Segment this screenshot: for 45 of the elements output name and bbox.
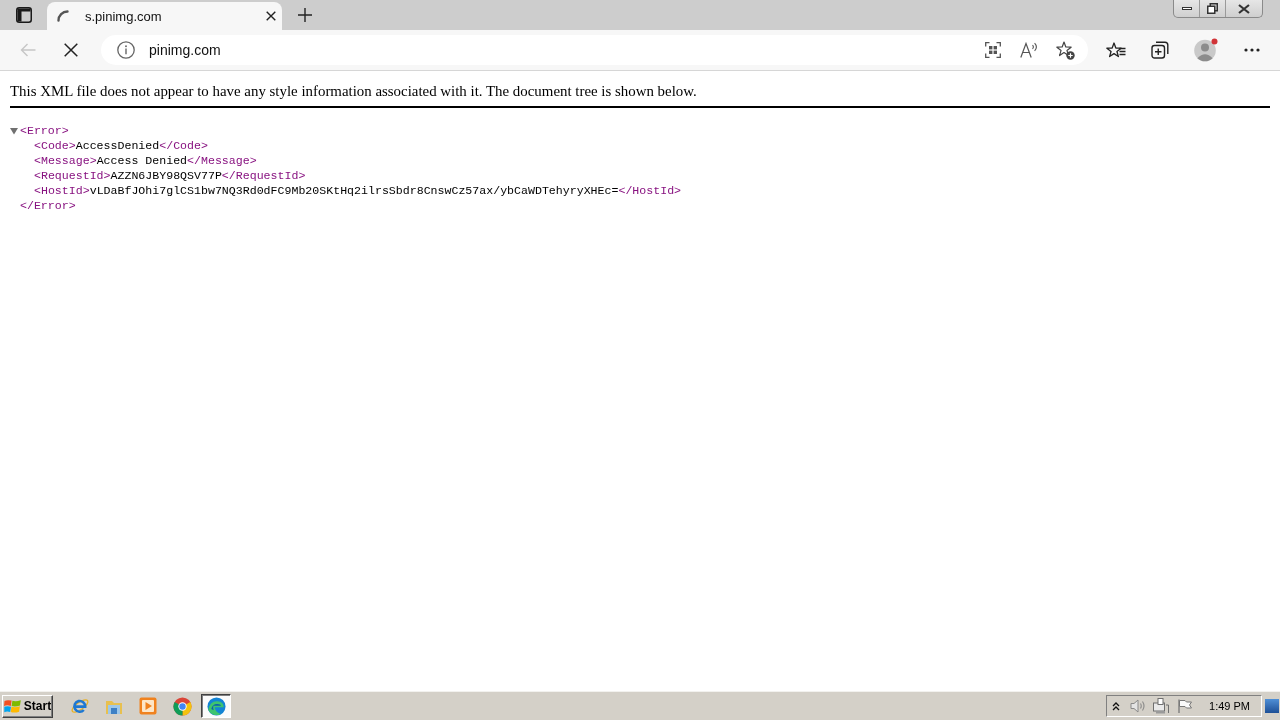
star-plus-icon	[1055, 40, 1075, 60]
close-icon	[266, 11, 276, 21]
browser-tab[interactable]: s.pinimg.com	[47, 2, 282, 30]
xml-text-value: AZZN6JBY98QSV77P	[110, 168, 222, 183]
windows-flag-icon	[3, 698, 21, 714]
plus-icon	[298, 8, 312, 22]
xml-open-tag: <Error>	[20, 123, 69, 138]
info-icon[interactable]	[117, 41, 135, 59]
xml-style-notice: This XML file does not appear to have any style information associated with it. The document tree is shown below.	[10, 83, 698, 99]
tab-actions-icon	[16, 7, 32, 23]
read-aloud-icon	[1020, 42, 1038, 58]
collections-icon	[1151, 41, 1169, 59]
address-bar[interactable]: pinimg.com	[101, 35, 1088, 65]
e-browser-icon	[70, 696, 90, 716]
disclosure-triangle-icon[interactable]	[10, 126, 18, 135]
close-icon	[1238, 3, 1250, 14]
taskbar-app-button[interactable]	[201, 694, 231, 718]
restore-icon	[1207, 3, 1218, 14]
flag-icon[interactable]	[1178, 699, 1193, 713]
media-play-icon	[139, 697, 157, 715]
xml-close-tag: </RequestId>	[221, 168, 306, 183]
xml-open-tag: <Code>	[34, 138, 76, 153]
start-button[interactable]: Start	[2, 694, 53, 718]
xml-text-value: AccessDenied	[75, 138, 160, 153]
circle-browser-icon	[172, 696, 192, 716]
back-arrow-icon	[20, 43, 36, 57]
xml-close-tag: </Error>	[20, 198, 76, 213]
xml-close-tag: </Message>	[187, 153, 257, 168]
xml-close-tag: </Code>	[159, 138, 208, 153]
xml-open-tag: <RequestId>	[34, 168, 111, 183]
wave-browser-icon	[206, 696, 226, 716]
more-dots-icon	[1244, 48, 1260, 52]
xml-open-tag: <HostId>	[34, 183, 90, 198]
xml-text-value: vLDaBfJOhi7glCS1bw7NQ3Rd0dFC9Mb20SKtHq2ilrsSbdr8CnswCz57ax/ybCaWDTehyryXHEc=	[89, 183, 619, 198]
network-icon[interactable]	[1153, 698, 1170, 714]
apps-grid-icon	[985, 42, 1001, 58]
star-list-icon	[1106, 42, 1126, 58]
minimize-icon	[1181, 7, 1192, 10]
xml-close-tag: </HostId>	[618, 183, 682, 198]
clock[interactable]: 1:49 PM	[1209, 700, 1250, 712]
speaker-icon[interactable]	[1130, 699, 1147, 713]
xml-text-value: Access Denied	[96, 153, 188, 168]
chevron-up-icon[interactable]	[1112, 701, 1121, 711]
avatar-icon	[1194, 38, 1218, 62]
xml-open-tag: <Message>	[34, 153, 97, 168]
